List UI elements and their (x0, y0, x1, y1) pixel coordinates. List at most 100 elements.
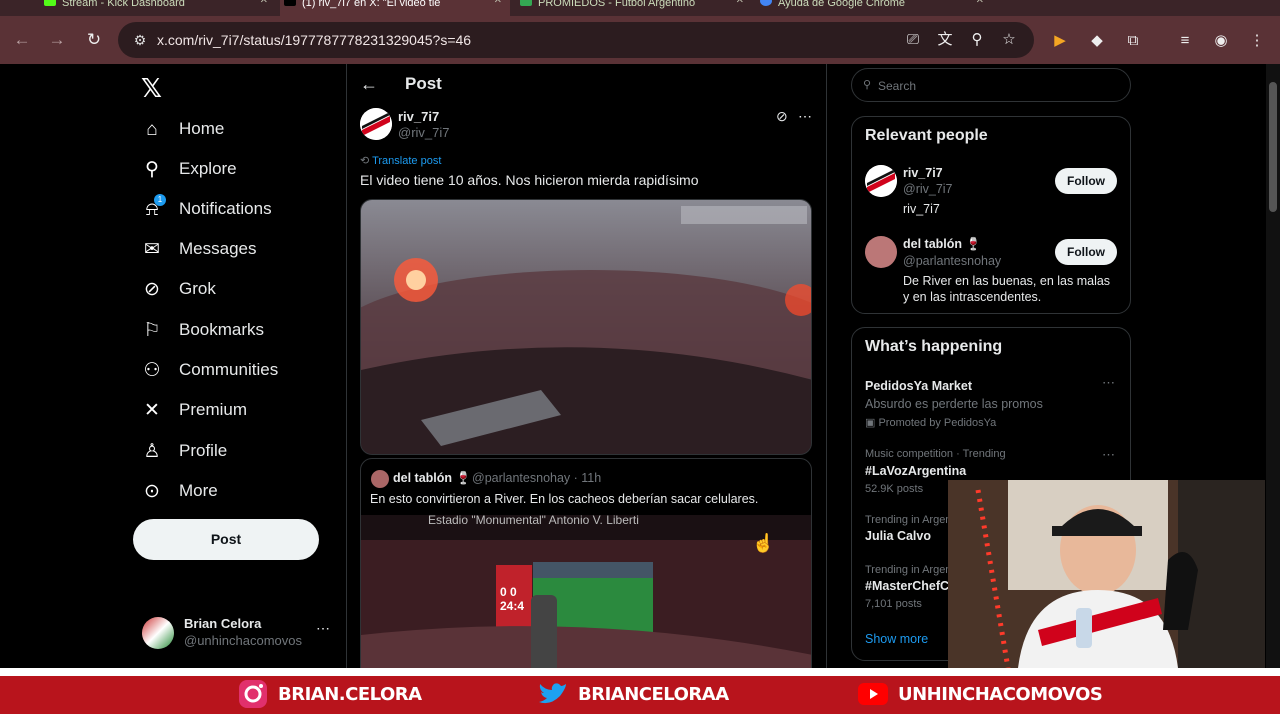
grok-icon: ⊘ (144, 279, 160, 300)
zoom-icon[interactable]: ⚲ (966, 30, 988, 50)
close-icon[interactable]: ✕ (736, 0, 744, 6)
site-settings-icon[interactable]: ⚙ (130, 30, 150, 50)
webcam-overlay (948, 480, 1265, 668)
play-extension-icon[interactable]: ▶ (1049, 30, 1071, 52)
scroll-thumb[interactable] (1269, 82, 1277, 212)
url-text[interactable]: x.com/riv_7i7/status/1977787778231329045… (157, 32, 471, 48)
person-avatar[interactable] (865, 236, 897, 268)
quoted-post[interactable]: del tablón 🍷 @parlantesnohay · 11h En es… (360, 458, 812, 668)
search-input[interactable]: ⚲ Search (851, 68, 1131, 102)
grok-icon[interactable]: ⊘ (776, 108, 788, 125)
sidebar-item-home[interactable]: ⌂ Home (140, 116, 330, 144)
person-handle[interactable]: @riv_7i7 (903, 182, 953, 196)
trend-title[interactable]: #LaVozArgentina (865, 464, 966, 478)
more-dots-icon[interactable]: ⋯ (316, 620, 330, 637)
promiedos-icon (520, 0, 532, 6)
sidebar-item-messages[interactable]: ✉ Messages (140, 236, 330, 264)
author-avatar[interactable] (360, 108, 392, 140)
tab-kick[interactable]: Stream - Kick Dashboard ✕ (40, 0, 276, 16)
more-dots-icon[interactable]: ⋯ (1102, 447, 1115, 463)
close-icon[interactable]: ✕ (260, 0, 268, 6)
tab-x-post[interactable]: (1) riv_7i7 en X: "El video tie ✕ (280, 0, 510, 16)
stadium-scoreboard-frame (361, 540, 811, 668)
close-icon[interactable]: ✕ (494, 0, 502, 6)
address-bar[interactable]: ⚙ x.com/riv_7i7/status/19777877782313290… (118, 22, 1034, 58)
trend-meta: Music competition · Trending (865, 448, 1006, 460)
instagram-icon (239, 680, 267, 708)
sidebar-item-grok[interactable]: ⊘ Grok (140, 276, 330, 304)
show-more-link[interactable]: Show more (865, 632, 928, 646)
follow-button[interactable]: Follow (1055, 168, 1117, 194)
sidebar-item-profile[interactable]: ♙ Profile (140, 438, 330, 466)
search-icon: ⚲ (145, 159, 159, 180)
extensions-puzzle-icon[interactable]: ⧉ (1122, 30, 1144, 52)
chrome-icon (760, 0, 772, 6)
relevant-people-panel: Relevant people riv_7i7 @riv_7i7 riv_7i7… (851, 116, 1131, 314)
river-crest-icon (865, 165, 897, 197)
more-dots-icon[interactable]: ⋯ (1102, 375, 1115, 391)
compose-post-button[interactable]: Post (133, 519, 319, 560)
promoted-icon: ▣ (865, 417, 879, 429)
scoreboard-text: 0 0 24:4 (500, 585, 525, 613)
streamer-webcam-image (948, 480, 1265, 668)
sidebar-item-premium[interactable]: ✕ Premium (140, 397, 330, 425)
mouse-cursor-icon: ☝ (752, 533, 775, 553)
trend-title[interactable]: Julia Calvo (865, 529, 931, 543)
relevant-people-title: Relevant people (865, 127, 988, 144)
x-icon: ✕ (144, 400, 160, 421)
bookmark-star-icon[interactable]: ☆ (998, 30, 1020, 50)
twitter-icon (539, 683, 566, 704)
tab-chrome-help[interactable]: Ayuda de Google Chrome ✕ (756, 0, 992, 16)
back-arrow-icon[interactable]: ← (360, 74, 378, 95)
sidebar-item-notifications[interactable]: ⍾ 1 Notifications (140, 194, 330, 224)
forward-arrow-icon[interactable]: → (43, 26, 71, 54)
reload-icon[interactable]: ↻ (80, 26, 108, 54)
globe-icon: ⟲ (360, 155, 373, 167)
trend-title[interactable]: PedidosYa Market (865, 379, 972, 393)
person-name[interactable]: riv_7i7 (903, 166, 943, 180)
post-video[interactable] (360, 199, 812, 455)
tab-promiedos[interactable]: PROMIEDOS - Fútbol Argentino ✕ (516, 0, 752, 16)
quote-avatar (371, 470, 389, 488)
install-app-icon[interactable]: ⎚ (902, 30, 924, 50)
person-bio: riv_7i7 (903, 202, 940, 216)
translate-icon[interactable]: 文 (934, 30, 956, 50)
media-control-icon[interactable]: ≡ (1174, 30, 1196, 52)
stadium-video-frame (361, 200, 811, 454)
sidebar-item-explore[interactable]: ⚲ Explore (140, 156, 330, 184)
back-arrow-icon[interactable]: ← (8, 26, 36, 54)
promoted-label: ▣ Promoted by PedidosYa (865, 417, 997, 429)
bookmark-icon: ⚐ (143, 320, 161, 341)
author-name[interactable]: riv_7i7 (398, 109, 439, 124)
menu-dots-icon[interactable]: ⋮ (1246, 30, 1268, 52)
people-icon: ⚇ (143, 360, 161, 381)
page-scrollbar[interactable] (1266, 64, 1280, 668)
avatar (142, 617, 174, 649)
person-bio: De River en las buenas, en las malas y e… (903, 274, 1111, 304)
kick-icon (44, 0, 56, 6)
sidebar-item-bookmarks[interactable]: ⚐ Bookmarks (140, 317, 330, 345)
search-icon: ⚲ (863, 79, 872, 91)
author-handle[interactable]: @riv_7i7 (398, 125, 450, 140)
quote-video[interactable]: Estadio "Monumental" Antonio V. Liberti … (361, 515, 811, 668)
quote-author-handle: @parlantesnohay · 11h (472, 471, 602, 485)
more-circle-icon: ⊙ (144, 481, 160, 502)
account-switcher[interactable]: Brian Celora @unhinchacomovos ⋯ (142, 614, 342, 654)
more-dots-icon[interactable]: ⋯ (798, 108, 812, 125)
trend-count: 52.9K posts (865, 483, 924, 495)
profile-avatar-icon[interactable]: ◉ (1210, 30, 1232, 52)
extension-icon[interactable]: ◆ (1086, 30, 1108, 52)
sidebar-item-communities[interactable]: ⚇ Communities (140, 357, 330, 385)
person-handle[interactable]: @parlantesnohay (903, 254, 1001, 268)
trend-title[interactable]: #MasterChefC (865, 579, 949, 593)
browser-toolbar: ← → ↻ ⚙ x.com/riv_7i7/status/19777877782… (0, 16, 1280, 64)
close-icon[interactable]: ✕ (976, 0, 984, 6)
person-name[interactable]: del tablón 🍷 (903, 237, 981, 252)
x-logo[interactable]: 𝕏 (141, 74, 162, 104)
person-avatar[interactable] (865, 165, 897, 197)
trend-subtitle: Absurdo es perderte las promos (865, 397, 1043, 411)
sidebar-item-more[interactable]: ⊙ More (140, 478, 330, 506)
quote-text: En esto convirtieron a River. En los cac… (370, 492, 759, 506)
follow-button[interactable]: Follow (1055, 239, 1117, 265)
translate-post-link[interactable]: ⟲ Translate post (360, 154, 441, 167)
